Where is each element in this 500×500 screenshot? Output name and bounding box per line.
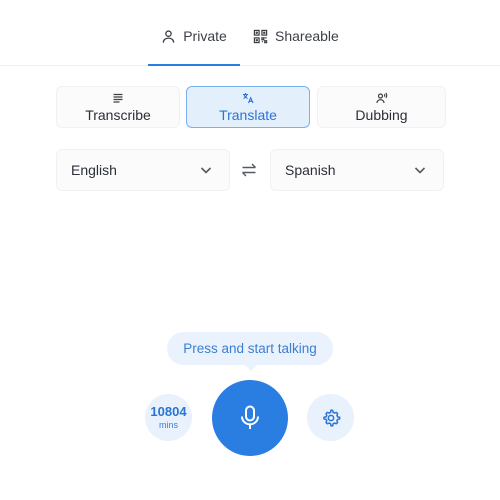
chevron-down-icon xyxy=(200,167,212,174)
hint-text: Press and start talking xyxy=(183,341,317,356)
tab-private[interactable]: Private xyxy=(148,28,240,66)
source-language-select[interactable]: English xyxy=(56,149,230,191)
translate-icon xyxy=(243,92,254,103)
microphone-icon xyxy=(241,405,259,429)
minutes-remaining-badge: 10804 mins xyxy=(145,394,192,441)
top-tabs: Private Shareable xyxy=(0,0,500,66)
chevron-down-icon xyxy=(414,167,426,174)
transcribe-label: Transcribe xyxy=(85,106,151,123)
minutes-value: 10804 xyxy=(150,403,187,419)
mode-selector: Transcribe Translate Dubbing xyxy=(56,86,446,128)
translate-button[interactable]: Translate xyxy=(186,86,310,128)
gear-icon xyxy=(322,408,340,427)
target-language-select[interactable]: Spanish xyxy=(270,149,444,191)
dubbing-button[interactable]: Dubbing xyxy=(317,86,446,128)
tab-shareable[interactable]: Shareable xyxy=(253,28,353,66)
dubbing-label: Dubbing xyxy=(355,106,408,123)
voice-icon xyxy=(375,92,387,103)
transcribe-button[interactable]: Transcribe xyxy=(56,86,180,128)
microphone-button[interactable] xyxy=(212,380,288,456)
qr-code-icon xyxy=(253,29,268,44)
source-language-value: English xyxy=(71,162,117,178)
swap-arrows-icon[interactable] xyxy=(240,161,258,179)
target-language-value: Spanish xyxy=(285,162,336,178)
tab-shareable-label: Shareable xyxy=(275,28,339,44)
hint-bubble: Press and start talking xyxy=(167,332,333,371)
translate-label: Translate xyxy=(219,106,277,123)
minutes-unit: mins xyxy=(158,419,178,430)
tab-private-label: Private xyxy=(183,28,227,44)
lines-icon xyxy=(113,93,123,103)
person-icon xyxy=(162,30,175,43)
settings-button[interactable] xyxy=(307,394,354,441)
